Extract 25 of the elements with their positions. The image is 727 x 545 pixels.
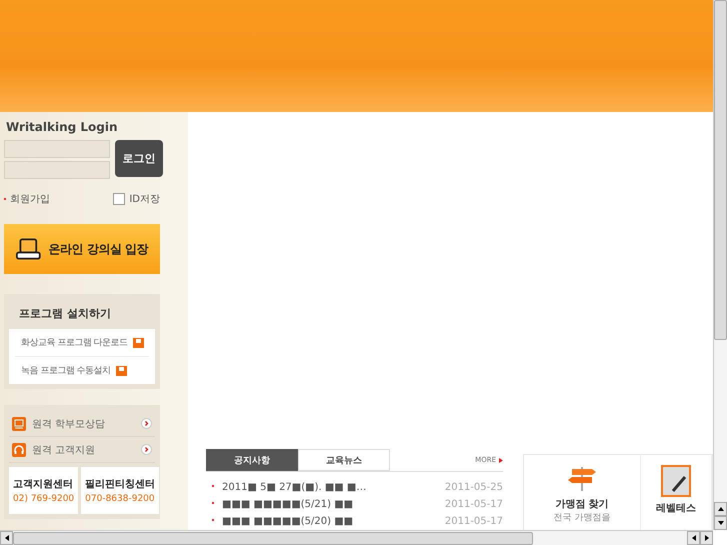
service-title: 가맹점 찾기 <box>555 498 609 511</box>
notice-link[interactable]: 2011■ 5■ 27■(■). ■■ ■… <box>212 482 366 496</box>
notice-date: 2011-05-17 <box>444 516 503 529</box>
signup-link[interactable]: 회원가입 <box>4 192 50 206</box>
remote-link[interactable]: 원격 고객지원 <box>9 437 155 463</box>
contact-name: 필리핀티칭센터 <box>85 478 156 491</box>
service-title: 레벨테스 <box>656 502 696 515</box>
remote-link[interactable]: 원격 학부모상담 <box>9 411 155 437</box>
login-button[interactable]: 로그인 <box>115 140 163 177</box>
login-title: Writalking Login <box>6 120 119 134</box>
contact-phone: 02) 769-9200 <box>13 494 74 504</box>
notice-date: 2011-05-25 <box>444 482 503 495</box>
service-description: 전국 가맹점을 <box>554 512 610 524</box>
contact-phone: 070-8638-9200 <box>85 494 156 504</box>
notice-link[interactable]: ■■■ ■■■■■(5/20) ■■ <box>212 516 354 530</box>
remember-label: ID저장 <box>129 193 160 206</box>
install-link[interactable]: 녹음 프로그램 수동설치 <box>15 357 149 384</box>
install-link[interactable]: 화상교육 프로그램 다운로드 <box>15 329 149 357</box>
board-tab[interactable]: 교육뉴스 <box>298 449 390 471</box>
contact-name: 고객지원센터 <box>13 478 74 491</box>
notice-date: 2011-05-17 <box>444 499 503 512</box>
notice-link[interactable]: ■■■ ■■■■■(5/21) ■■ <box>212 499 354 513</box>
install-title: 프로그램 설치하기 <box>18 306 112 322</box>
board-tab[interactable]: 공지사항 <box>206 449 298 471</box>
classroom-button[interactable]: 온라인 강의실 입장 <box>4 224 160 274</box>
